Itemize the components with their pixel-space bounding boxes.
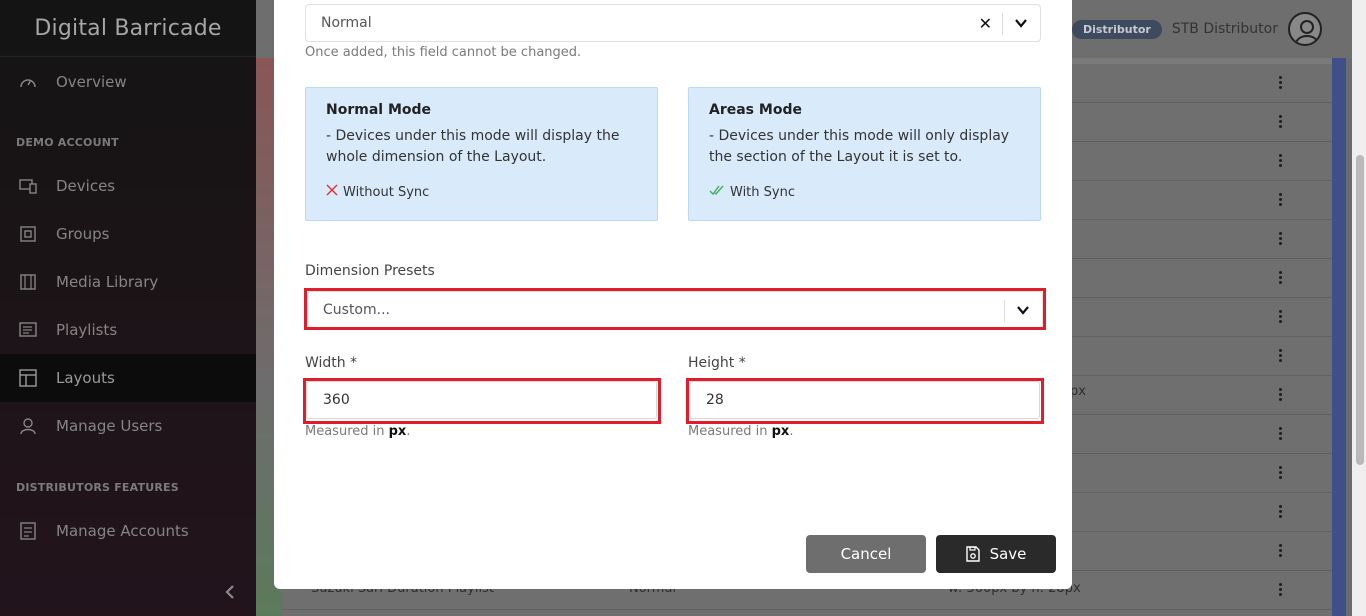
sidebar-item-label: Playlists: [56, 321, 118, 339]
kebab-menu-icon[interactable]: [1279, 583, 1283, 598]
double-check-icon: [709, 184, 725, 200]
groups-icon: [18, 224, 38, 244]
mode-help-text: Once added, this field cannot be changed…: [305, 45, 582, 60]
height-label: Height *: [688, 355, 746, 371]
kebab-menu-icon[interactable]: [1279, 427, 1283, 442]
dimension-presets-label: Dimension Presets: [305, 263, 435, 279]
normal-mode-sync: Without Sync: [326, 184, 637, 200]
user-name: STB Distributor: [1171, 21, 1278, 37]
kebab-menu-icon[interactable]: [1279, 505, 1283, 520]
collapse-sidebar-icon[interactable]: [224, 584, 236, 605]
users-icon: [18, 416, 38, 436]
sidebar-item-label: Groups: [56, 225, 110, 243]
sidebar-item-label: Overview: [56, 73, 127, 91]
save-label: Save: [989, 545, 1027, 563]
save-icon: [965, 546, 980, 562]
gauge-icon: [18, 72, 38, 92]
sidebar-item-label: Devices: [56, 177, 116, 195]
normal-mode-sync-label: Without Sync: [343, 184, 430, 200]
areas-mode-card: Areas Mode - Devices under this mode wil…: [688, 87, 1041, 221]
kebab-menu-icon[interactable]: [1279, 232, 1283, 247]
kebab-menu-icon[interactable]: [1279, 76, 1283, 91]
highlight-height-input: [686, 378, 1044, 424]
role-badge: Distributor: [1071, 19, 1162, 39]
sidebar-item-label: Manage Users: [56, 417, 163, 435]
playlist-icon: [18, 320, 38, 340]
areas-mode-sync: With Sync: [709, 184, 1020, 200]
kebab-menu-icon[interactable]: [1279, 388, 1283, 403]
section-label-distributors-features: DISTRIBUTORS FEATURES: [16, 481, 179, 494]
sidebar-item-layouts[interactable]: Layouts: [0, 354, 256, 402]
select-separator: [1002, 13, 1003, 35]
sidebar-item-media-library[interactable]: Media Library: [0, 258, 256, 306]
measured-unit: px: [388, 424, 407, 439]
accounts-icon: [18, 521, 38, 541]
chevron-down-icon[interactable]: [1014, 16, 1028, 30]
measured-suffix: .: [789, 424, 794, 439]
areas-mode-sync-label: With Sync: [730, 184, 795, 200]
highlight-dimension-presets: [304, 288, 1046, 330]
layout-modal: Normal ✕ Once added, this field cannot b…: [274, 0, 1072, 589]
sidebar-item-label: Manage Accounts: [56, 522, 189, 540]
sidebar-item-devices[interactable]: Devices: [0, 162, 256, 210]
user-area[interactable]: Distributor STB Distributor: [1071, 12, 1322, 46]
highlight-width-input: [303, 378, 661, 424]
avatar-icon[interactable]: [1288, 12, 1322, 46]
kebab-menu-icon[interactable]: [1279, 271, 1283, 286]
clear-icon[interactable]: ✕: [979, 14, 992, 33]
width-label: Width *: [305, 355, 358, 371]
sidebar-item-manage-users[interactable]: Manage Users: [0, 402, 256, 450]
normal-mode-desc: - Devices under this mode will display t…: [326, 128, 620, 165]
kebab-menu-icon[interactable]: [1279, 154, 1283, 169]
width-help: Measured in px.: [305, 424, 410, 439]
brand-title[interactable]: Digital Barricade: [0, 0, 256, 57]
background-partial-text: px: [1070, 384, 1086, 399]
cancel-button[interactable]: Cancel: [806, 535, 926, 573]
areas-mode-title: Areas Mode: [709, 102, 802, 118]
measured-prefix: Measured in: [688, 424, 772, 439]
layout-icon: [18, 368, 38, 388]
sidebar-item-manage-accounts[interactable]: Manage Accounts: [0, 507, 256, 555]
height-help: Measured in px.: [688, 424, 793, 439]
measured-suffix: .: [406, 424, 411, 439]
kebab-menu-icon[interactable]: [1279, 193, 1283, 208]
sidebar: Digital Barricade Overview DEMO ACCOUNT …: [0, 0, 256, 616]
film-icon: [18, 272, 38, 292]
sidebar-item-label: Media Library: [56, 273, 159, 291]
background-right-bar: [1332, 58, 1346, 616]
sidebar-item-playlists[interactable]: Playlists: [0, 306, 256, 354]
kebab-menu-icon[interactable]: [1279, 466, 1283, 481]
mode-select-value: Normal: [321, 15, 372, 31]
areas-mode-desc: - Devices under this mode will only disp…: [709, 128, 1010, 165]
scrollbar-thumb[interactable]: [1356, 155, 1364, 465]
measured-prefix: Measured in: [305, 424, 389, 439]
kebab-menu-icon[interactable]: [1279, 310, 1283, 325]
kebab-menu-icon[interactable]: [1279, 349, 1283, 364]
section-label-demo-account: DEMO ACCOUNT: [16, 136, 119, 149]
mode-select[interactable]: Normal ✕: [305, 4, 1041, 42]
save-button[interactable]: Save: [936, 535, 1056, 573]
normal-mode-title: Normal Mode: [326, 102, 432, 118]
sidebar-item-groups[interactable]: Groups: [0, 210, 256, 258]
kebab-menu-icon[interactable]: [1279, 544, 1283, 559]
normal-mode-card: Normal Mode - Devices under this mode wi…: [305, 87, 658, 221]
devices-icon: [18, 176, 38, 196]
measured-unit: px: [771, 424, 790, 439]
sidebar-item-label: Layouts: [56, 369, 115, 387]
x-mark-icon: [326, 184, 338, 200]
sidebar-item-overview[interactable]: Overview: [0, 58, 256, 106]
kebab-menu-icon[interactable]: [1279, 115, 1283, 130]
